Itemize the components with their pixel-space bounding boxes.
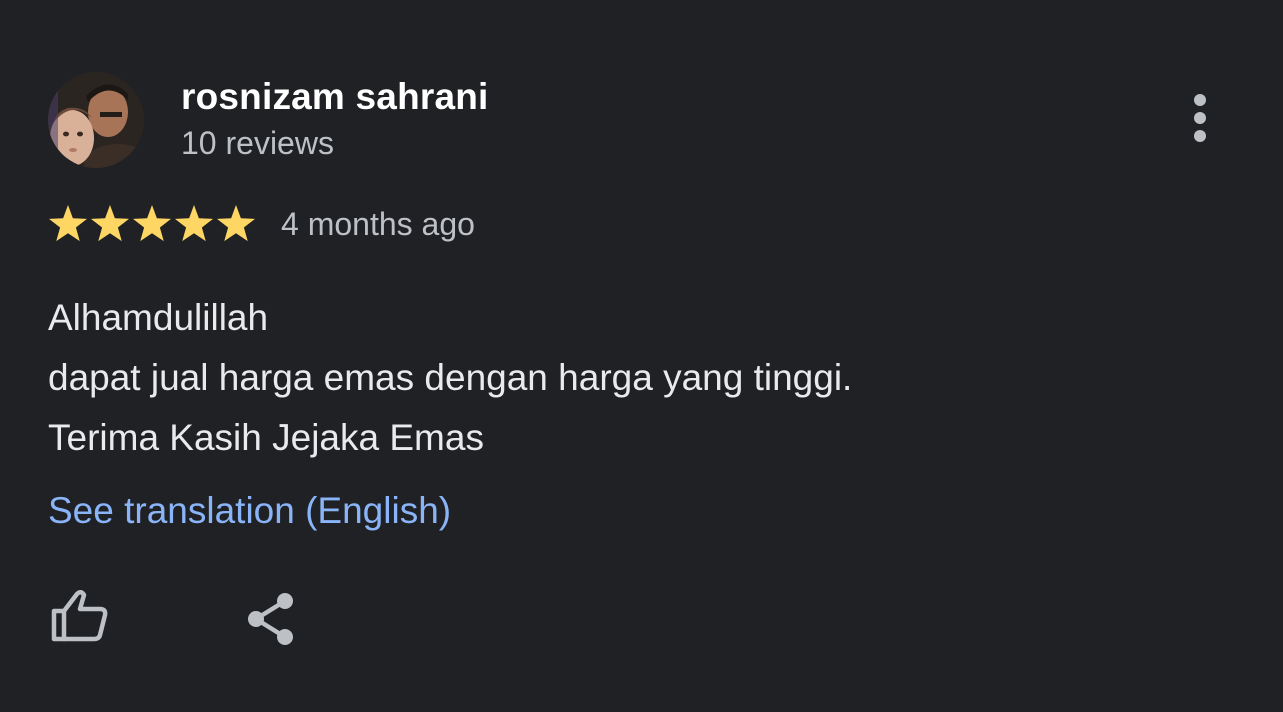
star-filled-icon xyxy=(174,205,214,242)
more-options-button[interactable] xyxy=(1176,90,1224,150)
star-filled-icon xyxy=(90,205,130,242)
review-text-line: Alhamdulillah xyxy=(48,297,269,338)
like-button[interactable] xyxy=(48,586,112,646)
rating-row: 4 months ago xyxy=(47,201,475,247)
share-button[interactable] xyxy=(242,589,298,649)
star-rating xyxy=(47,203,257,245)
reviewer-review-count: 10 reviews xyxy=(181,125,334,161)
review-time: 4 months ago xyxy=(281,205,475,242)
review-card: rosnizam sahrani 10 reviews 4 months ago… xyxy=(0,0,1283,712)
star-filled-icon xyxy=(216,205,256,242)
star-filled-icon xyxy=(132,205,172,242)
thumbs-up-icon xyxy=(51,590,108,642)
review-text-line: Terima Kasih Jejaka Emas xyxy=(48,417,484,458)
share-icon xyxy=(248,593,293,645)
star-filled-icon xyxy=(48,205,88,242)
review-text: Alhamdulillah dapat jual harga emas deng… xyxy=(48,288,852,468)
reviewer-avatar[interactable] xyxy=(48,72,144,168)
review-text-line: dapat jual harga emas dengan harga yang … xyxy=(48,357,853,398)
reviewer-name[interactable]: rosnizam sahrani xyxy=(181,76,489,118)
see-translation-link[interactable]: See translation (English) xyxy=(48,490,451,532)
more-vertical-icon xyxy=(1194,94,1206,142)
avatar-photo xyxy=(48,72,144,168)
